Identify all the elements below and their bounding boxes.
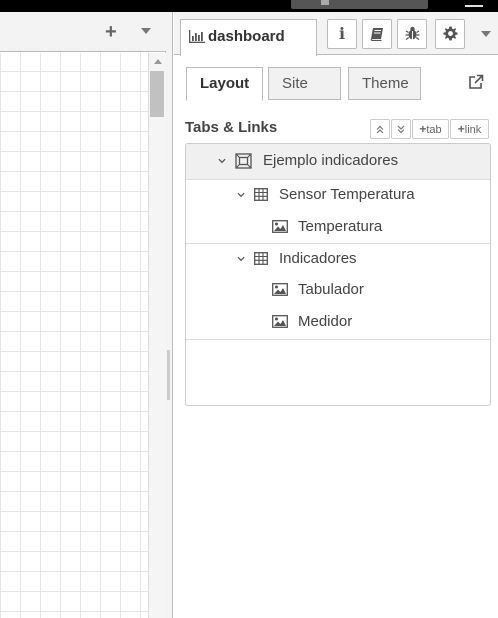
tree-group-item[interactable]: Sensor Temperatura (186, 180, 490, 210)
workspace-canvas[interactable] (0, 53, 148, 618)
scroll-up-icon[interactable] (154, 59, 162, 64)
add-tab-label: tab (426, 124, 442, 136)
double-chevron-up-icon (376, 125, 384, 134)
tab-dashboard-label: dashboard (208, 28, 285, 45)
sidebar-menu-dropdown-icon[interactable] (481, 31, 491, 37)
add-tab-button[interactable]: +tab (412, 119, 449, 139)
sidebar-splitter[interactable] (166, 12, 173, 618)
top-bar (0, 0, 498, 12)
workspace-tab-bar: + (0, 12, 166, 52)
table-icon (254, 188, 268, 201)
tree-widget-item[interactable]: Medidor (186, 307, 490, 337)
tabs-tree: Ejemplo indicadores Sensor Temperatura T… (185, 143, 491, 406)
splitter-handle[interactable] (167, 350, 170, 400)
tree-group-indicadores: Indicadores Tabulador Medidor (186, 244, 490, 340)
tree-widget-label: Tabulador (298, 281, 364, 298)
tree-widget-item[interactable]: Tabulador (186, 275, 490, 305)
main-menu-icon[interactable] (465, 5, 483, 7)
tabs-links-heading: Tabs & Links (185, 119, 278, 136)
bug-icon (405, 27, 419, 41)
double-chevron-down-icon (397, 125, 405, 133)
tab-site[interactable]: Site (268, 67, 341, 100)
tree-group-label: Sensor Temperatura (279, 186, 415, 203)
gear-icon (442, 26, 458, 41)
workspace: + (0, 12, 166, 618)
scrollbar-thumb[interactable] (150, 71, 164, 117)
plus-icon: + (457, 122, 465, 136)
tree-widget-label: Temperatura (298, 218, 383, 235)
chevron-down-icon[interactable] (237, 191, 245, 199)
tree-widget-item[interactable]: Temperatura (186, 212, 490, 242)
info-button[interactable]: i (327, 19, 357, 49)
deploy-icon (321, 0, 329, 5)
tree-group-sensor: Sensor Temperatura Temperatura (186, 180, 490, 244)
sidebar: dashboard i Layout Site Theme Tabs & Lin… (174, 12, 498, 618)
add-link-label: link (464, 124, 482, 136)
info-icon: i (338, 24, 346, 43)
help-button[interactable] (362, 19, 392, 49)
table-icon (254, 252, 268, 265)
book-icon (370, 27, 383, 41)
image-icon (272, 220, 288, 233)
debug-button[interactable] (397, 19, 427, 49)
expand-all-button[interactable] (391, 119, 411, 139)
chevron-down-icon[interactable] (237, 255, 245, 263)
tab-icon (235, 153, 252, 169)
image-icon (272, 315, 288, 328)
external-link-icon[interactable] (468, 74, 484, 90)
collapse-all-button[interactable] (370, 119, 390, 139)
tree-tab-label: Ejemplo indicadores (263, 152, 399, 169)
tree-tab-row-group: Ejemplo indicadores (186, 144, 490, 180)
flow-list-dropdown-icon[interactable] (141, 28, 151, 34)
bar-chart-icon (189, 30, 205, 43)
tree-group-item[interactable]: Indicadores (186, 244, 490, 274)
tree-group-label: Indicadores (279, 250, 357, 267)
tree-tab-item[interactable]: Ejemplo indicadores (186, 146, 490, 176)
settings-button[interactable] (435, 19, 465, 49)
add-flow-button[interactable]: + (105, 22, 117, 42)
tab-layout[interactable]: Layout (186, 67, 263, 101)
image-icon (272, 283, 288, 296)
sidebar-header: dashboard i (174, 12, 498, 56)
add-link-button[interactable]: +link (450, 119, 489, 139)
tab-dashboard[interactable]: dashboard (180, 19, 317, 56)
deploy-button[interactable] (291, 0, 428, 9)
workspace-scrollbar[interactable] (148, 53, 166, 618)
chevron-down-icon[interactable] (218, 157, 226, 165)
tab-theme[interactable]: Theme (348, 67, 421, 100)
tree-widget-label: Medidor (298, 313, 353, 330)
